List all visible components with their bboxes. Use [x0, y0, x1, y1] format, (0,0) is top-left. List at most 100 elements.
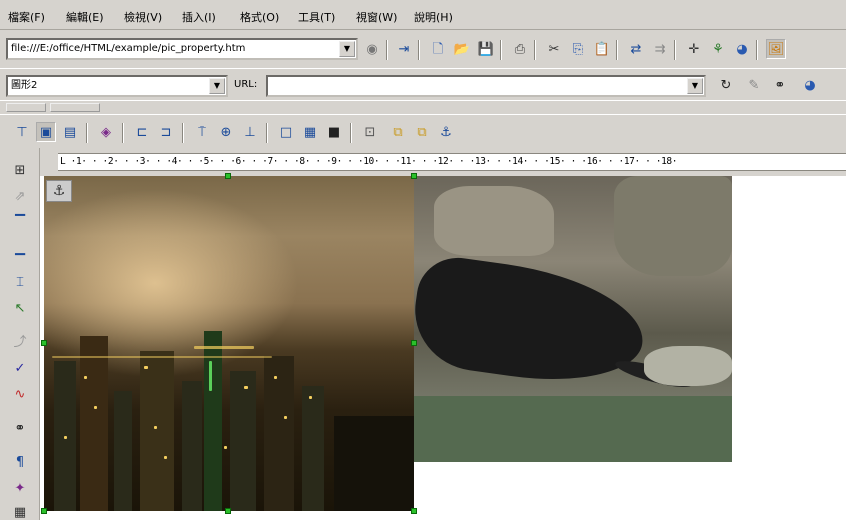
object-name-value: 圖形2 [11, 80, 38, 91]
document-canvas[interactable]: ⚓ [40, 173, 846, 520]
border-thin-icon[interactable]: ▦ [300, 122, 320, 142]
undo-icon[interactable]: ⇄ [626, 39, 646, 59]
refresh-icon[interactable]: ↻ [716, 75, 736, 95]
menu-view[interactable]: 檢視(V) [124, 9, 162, 25]
binoculars-icon[interactable]: ⚭ [770, 75, 790, 95]
standard-toolbar: file:///E:/office/HTML/example/pic_prope… [0, 30, 846, 68]
border-thick-icon[interactable]: ■ [324, 122, 344, 142]
cut-icon[interactable]: ✂ [544, 39, 564, 59]
toolbar-separator [534, 40, 536, 60]
text-cursor-icon[interactable]: ⌶ [10, 272, 30, 292]
valign-bottom-icon[interactable]: ⊥ [240, 122, 260, 142]
city-light [144, 366, 148, 369]
toolbar-separator [350, 123, 352, 143]
go-icon[interactable]: ⇥ [394, 39, 414, 59]
stop-icon[interactable]: ◉ [362, 39, 382, 59]
table-icon[interactable]: ▦ [10, 502, 30, 522]
seal-body [414, 252, 651, 394]
file-path-value: file:///E:/office/HTML/example/pic_prope… [11, 43, 246, 54]
resize-handle[interactable] [411, 340, 417, 346]
wrap-left-icon[interactable]: ⊏ [132, 122, 152, 142]
object-name-combo[interactable]: 圖形2 ▼ [6, 75, 228, 97]
align-top-icon[interactable]: ⊤ [12, 122, 32, 142]
ground [414, 396, 732, 462]
edit-link-icon[interactable]: ✎ [744, 75, 764, 95]
hline-top-icon[interactable]: ▔ [10, 212, 30, 232]
valign-top-icon[interactable]: ⍑ [192, 122, 212, 142]
binoculars-icon[interactable]: ⚭ [10, 418, 30, 438]
resize-handle[interactable] [41, 340, 47, 346]
menu-help[interactable]: 說明(H) [414, 9, 453, 25]
wrap-right-icon[interactable]: ⊐ [156, 122, 176, 142]
city-night-photo[interactable] [44, 176, 414, 511]
resize-handle[interactable] [41, 508, 47, 514]
horizontal-ruler: L ·1· · ·2· · ·3· · ·4· · ·5· · ·6· · ·7… [40, 148, 846, 176]
align-middle-icon[interactable]: ▣ [36, 122, 56, 142]
resize-handle[interactable] [225, 173, 231, 179]
collapsed-toolbar-handle[interactable] [6, 103, 46, 112]
style-icon[interactable]: ✦ [10, 478, 30, 498]
menu-insert[interactable]: 插入(I) [182, 9, 216, 25]
city-light [309, 396, 312, 399]
chevron-down-icon[interactable]: ▼ [687, 78, 703, 94]
harbor-lights [52, 356, 272, 358]
toolbar-separator [182, 123, 184, 143]
rock [614, 176, 732, 276]
print-icon[interactable]: ⎙ [510, 39, 530, 59]
copy-icon[interactable]: ⎘ [568, 39, 588, 59]
border-none-icon[interactable]: □ [276, 122, 296, 142]
resize-handle[interactable] [411, 508, 417, 514]
ruler-strip: L ·1· · ·2· · ·3· · ·4· · ·5· · ·6· · ·7… [58, 153, 846, 171]
wrap-icon[interactable]: ⤴ [10, 332, 30, 352]
url-field[interactable]: ▼ [266, 75, 706, 97]
wizard-icon[interactable]: ⚘ [708, 39, 728, 59]
browser-icon[interactable]: ◕ [800, 75, 820, 95]
rock [644, 346, 732, 386]
paragraph-icon[interactable]: ¶ [10, 452, 30, 472]
valign-middle-icon[interactable]: ⊕ [216, 122, 236, 142]
anchor-icon[interactable]: ⚓ [436, 122, 456, 142]
menu-window[interactable]: 視窗(W) [356, 9, 397, 25]
crosshair-icon[interactable]: ✛ [684, 39, 704, 59]
align-bottom-icon[interactable]: ▤ [60, 122, 80, 142]
left-toolbar: ⊞ ⇗ ▔ ▁ ⌶ ↖ ⤴ ✓ ∿ ⚭ ¶ ✦ ▦ [0, 148, 40, 520]
bring-forward-icon[interactable]: ⧉ [388, 122, 408, 142]
lock-icon[interactable]: ⊡ [360, 122, 380, 142]
link-icon[interactable]: ⇗ [10, 186, 30, 206]
image-property-icon[interactable]: ◈ [96, 122, 116, 142]
menu-format[interactable]: 格式(O) [240, 9, 279, 25]
building [264, 356, 294, 511]
preview-icon[interactable]: ◕ [732, 39, 752, 59]
form-icon[interactable]: ⊞ [10, 160, 30, 180]
chevron-down-icon[interactable]: ▼ [339, 41, 355, 57]
hillside [334, 416, 414, 511]
open-folder-icon[interactable]: 📂 [452, 39, 472, 59]
resize-handle[interactable] [225, 508, 231, 514]
collapsed-toolbar-handle[interactable] [50, 103, 100, 112]
building [114, 391, 132, 511]
ruler-scale: L ·1· · ·2· · ·3· · ·4· · ·5· · ·6· · ·7… [60, 156, 678, 167]
building [230, 371, 256, 511]
redo-icon[interactable]: ⇉ [650, 39, 670, 59]
grammar-icon[interactable]: ∿ [10, 384, 30, 404]
new-document-icon[interactable]: 🗋 [428, 39, 448, 59]
building [80, 336, 108, 511]
menu-edit[interactable]: 編輯(E) [66, 9, 104, 25]
chevron-down-icon[interactable]: ▼ [209, 78, 225, 94]
menu-file[interactable]: 檔案(F) [8, 9, 45, 25]
image-gallery-icon[interactable]: 🖼 [766, 39, 786, 59]
seal-rock-photo[interactable] [414, 176, 732, 462]
spellcheck-icon[interactable]: ✓ [10, 358, 30, 378]
toolbar-separator [616, 40, 618, 60]
resize-handle[interactable] [411, 173, 417, 179]
file-path-combo[interactable]: file:///E:/office/HTML/example/pic_prope… [6, 38, 358, 60]
paste-icon[interactable]: 📋 [592, 39, 612, 59]
anchor-icon[interactable]: ⚓ [46, 180, 72, 202]
rock [434, 186, 554, 256]
hline-bottom-icon[interactable]: ▁ [10, 238, 30, 258]
save-icon[interactable]: 💾 [476, 39, 496, 59]
send-backward-icon[interactable]: ⧉ [412, 122, 432, 142]
city-light [209, 361, 212, 391]
pointer-icon[interactable]: ↖ [10, 298, 30, 318]
menu-tools[interactable]: 工具(T) [298, 9, 335, 25]
